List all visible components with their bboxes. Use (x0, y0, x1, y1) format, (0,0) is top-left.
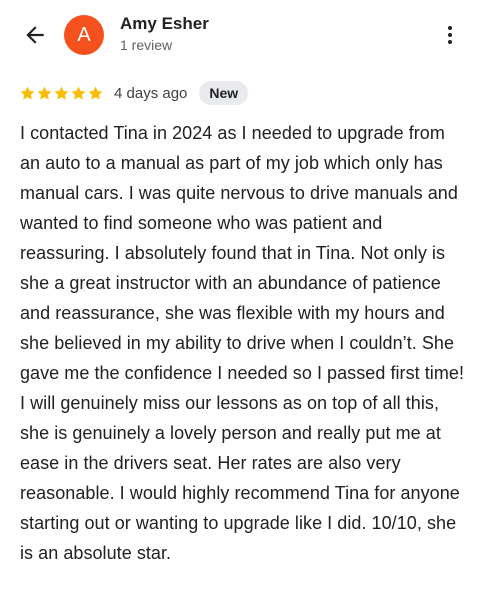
star-icon (20, 86, 35, 100)
reviewer-review-count: 1 review (120, 37, 173, 53)
review-text: I contacted Tina in 2024 as I needed to … (20, 123, 465, 563)
more-options-button[interactable] (436, 18, 464, 52)
new-badge: New (199, 81, 249, 105)
star-icon (37, 86, 52, 100)
avatar[interactable]: A (64, 15, 104, 55)
review-header: A Amy Esher 1 review (0, 0, 484, 72)
more-vertical-icon (448, 26, 452, 44)
arrow-left-icon (26, 26, 44, 44)
review-date: 4 days ago (114, 84, 188, 102)
star-rating (19, 85, 104, 102)
back-button[interactable] (18, 18, 52, 52)
reviewer-name[interactable]: Amy Esher (120, 14, 209, 34)
star-icon (88, 86, 103, 100)
star-icon (54, 86, 69, 100)
star-icon (71, 86, 86, 100)
rating-row: 4 days ago New (19, 80, 249, 106)
